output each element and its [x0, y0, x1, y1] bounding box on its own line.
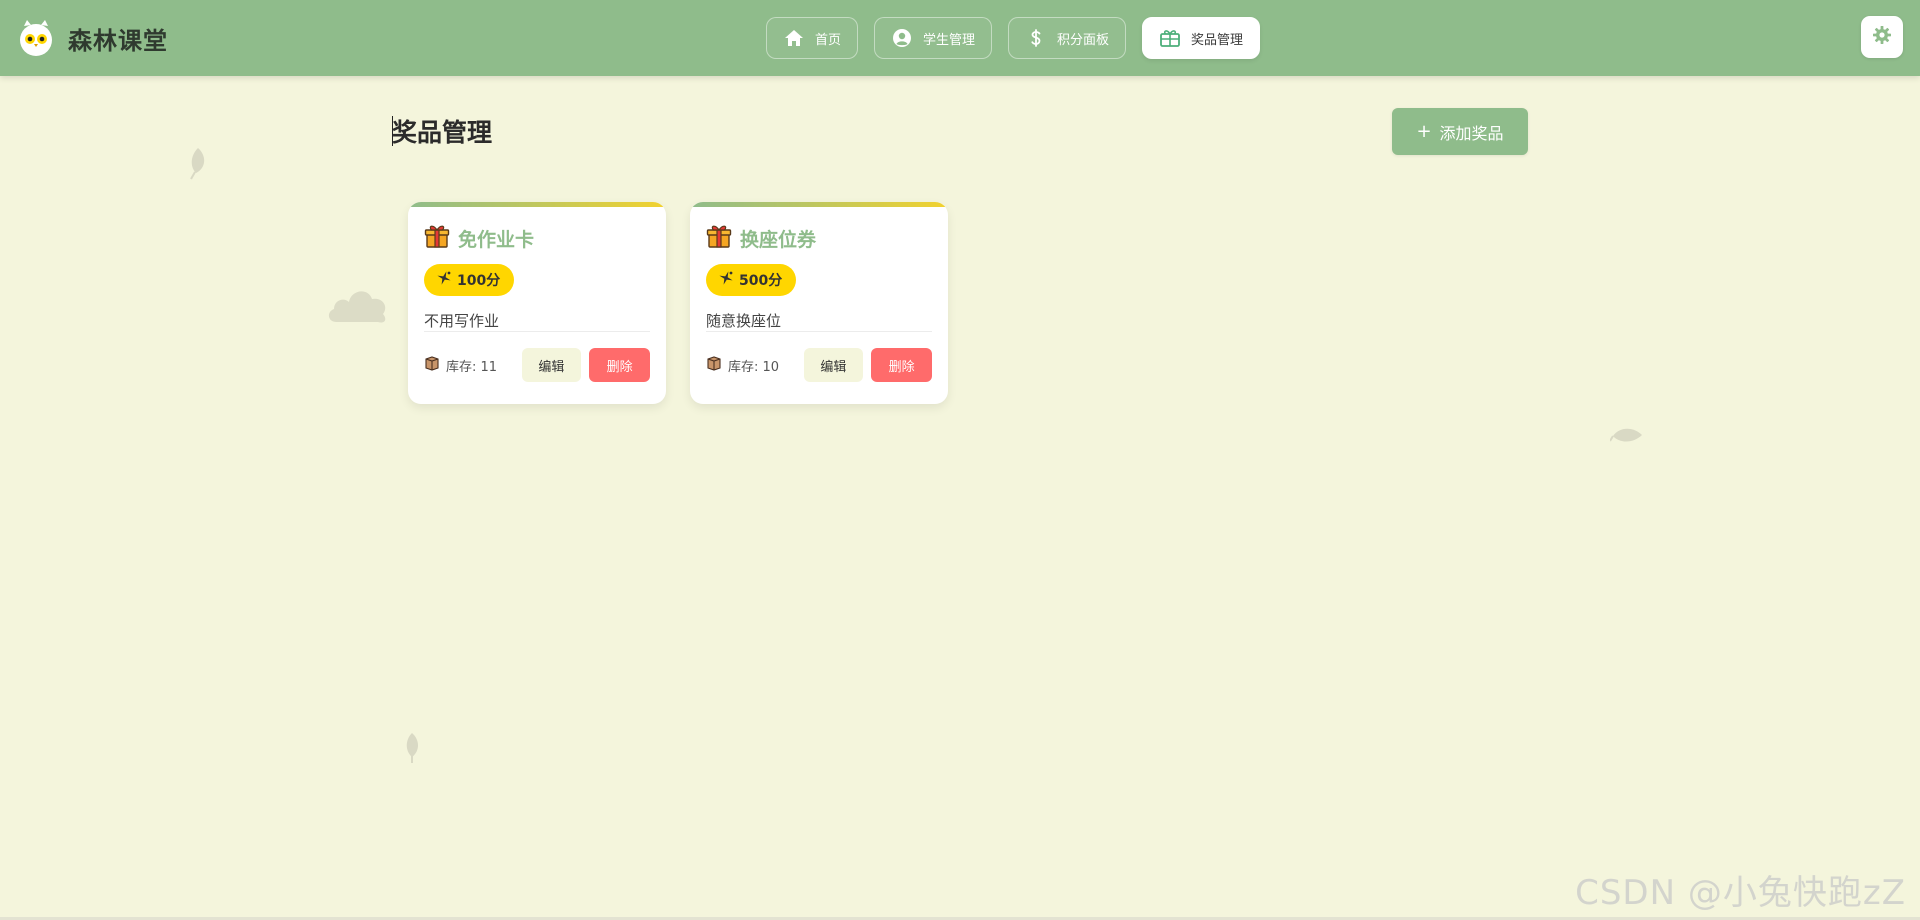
nav-item-students[interactable]: 学生管理: [874, 17, 993, 59]
stock-label: 库存: 11: [446, 359, 498, 375]
main-nav: 首页 学生管理 积分面板 奖品管理: [766, 17, 1261, 59]
nav-item-label: 首页: [815, 32, 842, 48]
home-icon: [783, 27, 805, 49]
points-value: 500分: [739, 273, 783, 289]
prize-description: 不用写作业: [424, 310, 650, 332]
prize-card: 换座位券 500分 随意换座位 库存: 10 编辑 删除: [690, 202, 948, 404]
gift-icon: [706, 223, 732, 253]
edit-button[interactable]: 编辑: [803, 348, 864, 382]
gift-icon: [424, 223, 450, 253]
nav-item-points[interactable]: 积分面板: [1008, 17, 1127, 59]
card-footer: 库存: 10 编辑 删除: [706, 348, 932, 382]
gift-box-icon: [1159, 27, 1181, 49]
box-icon: [706, 355, 722, 375]
prize-description: 随意换座位: [706, 310, 932, 332]
card-header: 免作业卡: [424, 222, 650, 254]
card-footer: 库存: 11 编辑 删除: [424, 348, 650, 382]
prize-card: 免作业卡 100分 不用写作业 库存: 11 编辑 删除: [408, 202, 666, 404]
card-accent-bar: [408, 202, 666, 207]
prize-name: 免作业卡: [458, 228, 535, 251]
nav-item-label: 奖品管理: [1191, 32, 1244, 48]
settings-button[interactable]: [1861, 16, 1903, 58]
add-prize-label: 添加奖品: [1439, 123, 1504, 143]
points-value: 100分: [457, 273, 501, 289]
leaf-icon: [190, 148, 205, 180]
dollar-icon: [1025, 27, 1047, 49]
prize-name: 换座位券: [740, 228, 817, 251]
page-title: 奖品管理: [392, 118, 493, 147]
stock-info: 库存: 10: [706, 355, 804, 375]
app-title: 森林课堂: [68, 26, 168, 55]
edit-button[interactable]: 编辑: [521, 348, 582, 382]
gear-icon: [1872, 25, 1892, 49]
nav-item-label: 积分面板: [1057, 32, 1110, 48]
sparkle-icon: [436, 270, 452, 290]
brand[interactable]: 森林课堂: [18, 17, 168, 59]
stock-info: 库存: 11: [424, 355, 522, 375]
text-cursor: [392, 116, 393, 146]
delete-button[interactable]: 删除: [871, 348, 932, 382]
add-prize-button[interactable]: + 添加奖品: [1392, 108, 1528, 155]
leaf-icon: [1610, 428, 1642, 442]
stock-label: 库存: 10: [728, 359, 780, 375]
cloud-icon: [328, 291, 386, 323]
points-badge: 500分: [706, 264, 797, 296]
delete-button[interactable]: 删除: [589, 348, 650, 382]
nav-item-home[interactable]: 首页: [766, 17, 859, 59]
sparkle-icon: [718, 270, 734, 290]
leaf-icon: [406, 733, 418, 763]
top-navbar: 森林课堂 首页 学生管理 积分面板 奖品管理: [0, 0, 1920, 76]
user-circle-icon: [891, 27, 913, 49]
nav-item-prizes[interactable]: 奖品管理: [1142, 17, 1261, 59]
watermark: CSDN @小兔快跑zZ: [1575, 873, 1906, 913]
nav-item-label: 学生管理: [923, 32, 976, 48]
plus-icon: +: [1416, 120, 1432, 142]
card-accent-bar: [690, 202, 948, 207]
owl-logo-icon: [18, 18, 54, 58]
box-icon: [424, 355, 440, 375]
card-header: 换座位券: [706, 222, 932, 254]
prize-grid: 免作业卡 100分 不用写作业 库存: 11 编辑 删除 换座位券 500分 随…: [408, 202, 948, 404]
points-badge: 100分: [424, 264, 515, 296]
